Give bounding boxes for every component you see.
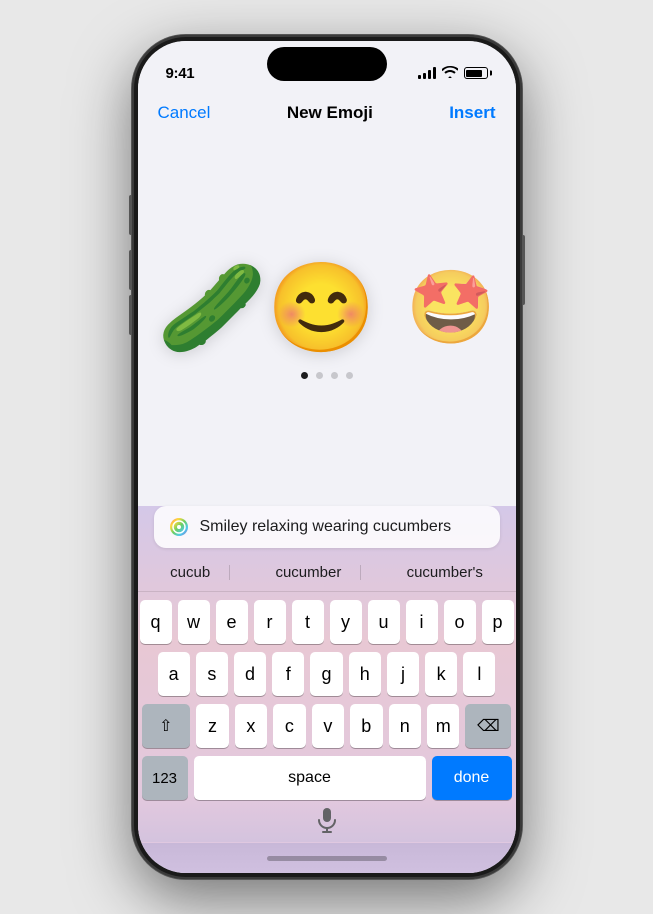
search-text: Smiley relaxing wearing cucumbers: [200, 518, 452, 536]
status-time: 9:41: [166, 65, 195, 82]
key-j[interactable]: j: [387, 652, 419, 696]
carousel-dots: [301, 372, 353, 379]
phone-screen: 9:41 Cancel: [138, 41, 516, 873]
key-l[interactable]: l: [463, 652, 495, 696]
key-f[interactable]: f: [272, 652, 304, 696]
key-v[interactable]: v: [312, 704, 344, 748]
keyboard-row-2: a s d f g h j k l: [142, 652, 512, 696]
key-x[interactable]: x: [235, 704, 267, 748]
keyboard-row-1: q w e r t y u i o p: [142, 600, 512, 644]
bottom-bar: [138, 800, 516, 842]
key-n[interactable]: n: [389, 704, 421, 748]
keyboard-area: Smiley relaxing wearing cucumbers cucub …: [138, 506, 516, 843]
wifi-icon: [442, 66, 458, 81]
autocorrect-word-3[interactable]: cucumber's: [387, 560, 503, 585]
key-s[interactable]: s: [196, 652, 228, 696]
key-q[interactable]: q: [140, 600, 172, 644]
dot-1[interactable]: [301, 372, 308, 379]
keyboard-row-3: ⇧ z x c v b n m ⌫: [142, 704, 512, 748]
key-b[interactable]: b: [350, 704, 382, 748]
emoji-display-area: 🥒😊 🤩: [138, 133, 516, 506]
key-w[interactable]: w: [178, 600, 210, 644]
delete-key[interactable]: ⌫: [465, 704, 511, 748]
space-key[interactable]: space: [194, 756, 426, 800]
keyboard: q w e r t y u i o p a s: [138, 592, 516, 800]
dynamic-island: [267, 47, 387, 81]
phone-frame: 9:41 Cancel: [132, 35, 522, 879]
genmoji-icon: [168, 516, 190, 538]
nav-title: New Emoji: [287, 103, 373, 123]
key-c[interactable]: c: [273, 704, 305, 748]
key-a[interactable]: a: [158, 652, 190, 696]
microphone-icon[interactable]: [313, 806, 341, 834]
keyboard-row-4: 123 space done: [142, 756, 512, 800]
key-u[interactable]: u: [368, 600, 400, 644]
status-icons: [418, 66, 488, 81]
nav-bar: Cancel New Emoji Insert: [138, 91, 516, 133]
key-y[interactable]: y: [330, 600, 362, 644]
cancel-button[interactable]: Cancel: [158, 103, 211, 123]
search-input-container[interactable]: Smiley relaxing wearing cucumbers: [154, 506, 500, 548]
done-key[interactable]: done: [432, 756, 512, 800]
key-i[interactable]: i: [406, 600, 438, 644]
signal-icon: [418, 67, 436, 79]
main-emoji[interactable]: 🥒😊: [157, 264, 376, 352]
key-k[interactable]: k: [425, 652, 457, 696]
key-r[interactable]: r: [254, 600, 286, 644]
emoji-carousel: 🥒😊 🤩: [157, 264, 496, 352]
dot-4[interactable]: [346, 372, 353, 379]
key-z[interactable]: z: [196, 704, 228, 748]
autocorrect-word-2[interactable]: cucumber: [255, 560, 361, 585]
autocorrect-bar: cucub cucumber cucumber's: [138, 556, 516, 592]
dot-3[interactable]: [331, 372, 338, 379]
key-o[interactable]: o: [444, 600, 476, 644]
shift-key[interactable]: ⇧: [142, 704, 191, 748]
key-g[interactable]: g: [310, 652, 342, 696]
dot-2[interactable]: [316, 372, 323, 379]
key-d[interactable]: d: [234, 652, 266, 696]
secondary-emoji[interactable]: 🤩: [406, 272, 496, 344]
key-m[interactable]: m: [427, 704, 459, 748]
battery-icon: [464, 67, 488, 79]
key-t[interactable]: t: [292, 600, 324, 644]
key-p[interactable]: p: [482, 600, 514, 644]
insert-button[interactable]: Insert: [449, 103, 495, 123]
key-e[interactable]: e: [216, 600, 248, 644]
home-indicator: [138, 843, 516, 873]
numbers-key[interactable]: 123: [142, 756, 188, 800]
home-bar: [267, 856, 387, 861]
key-h[interactable]: h: [349, 652, 381, 696]
autocorrect-word-1[interactable]: cucub: [150, 560, 230, 585]
